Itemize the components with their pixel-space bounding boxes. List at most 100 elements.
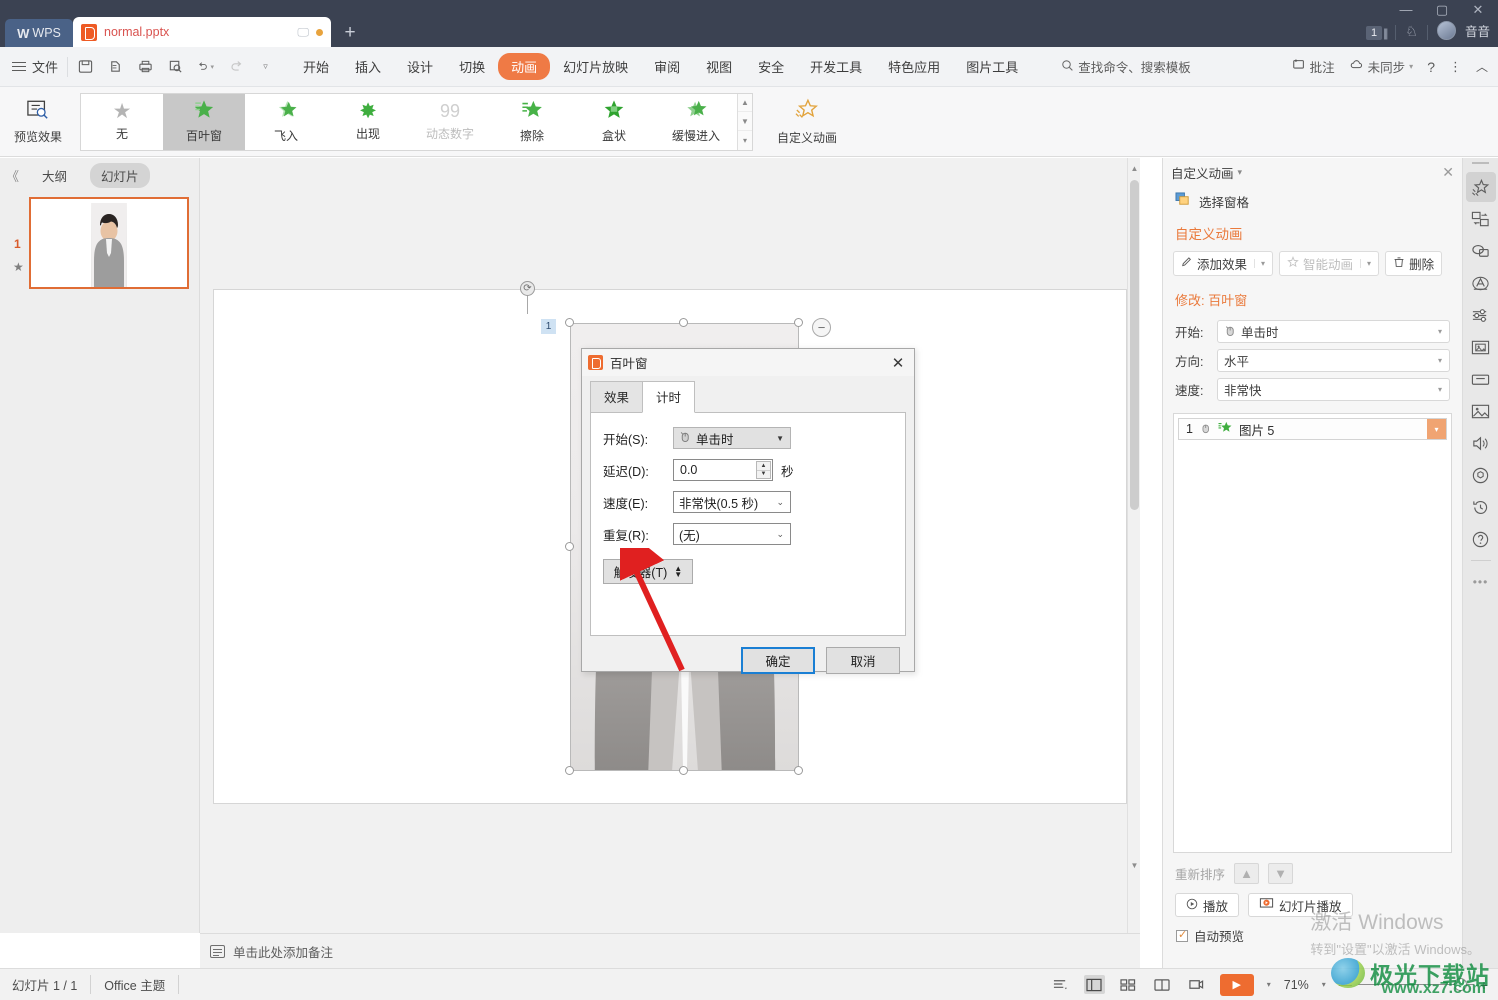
comment-button[interactable]: 批注	[1292, 57, 1335, 76]
chevron-down-icon[interactable]: ▾	[1254, 259, 1265, 268]
badge-icon[interactable]	[1466, 460, 1496, 490]
gallery-expand-button[interactable]: ▾	[738, 131, 752, 150]
zoom-level-label[interactable]: 71%	[1284, 978, 1309, 992]
resize-handle-top-right[interactable]	[794, 318, 803, 327]
rotate-handle[interactable]: ⟳	[520, 281, 535, 296]
list-item-dropdown-button[interactable]: ▾	[1427, 419, 1446, 439]
tab-slides[interactable]: 幻灯片	[90, 163, 150, 188]
print-icon[interactable]	[137, 58, 154, 75]
dialog-repeat-select[interactable]: (无) ⌄	[673, 523, 791, 545]
anim-item-box[interactable]: 盒状	[573, 94, 655, 150]
gallery-scrollbar[interactable]: ▲ ▼ ▾	[737, 93, 752, 150]
adjust-sliders-icon[interactable]	[1466, 300, 1496, 330]
preview-effect-button[interactable]: 预览效果	[2, 91, 74, 153]
tab-shenyue[interactable]: 审阅	[641, 53, 693, 80]
undo-icon[interactable]: ▾	[197, 58, 214, 75]
help-circle-icon[interactable]	[1466, 524, 1496, 554]
cancel-button[interactable]: 取消	[826, 647, 900, 674]
reading-view-icon[interactable]	[1152, 975, 1173, 994]
anim-item-appear[interactable]: ✸ 出现	[327, 94, 409, 150]
canvas-vertical-scrollbar[interactable]: ▲ ▼	[1127, 158, 1140, 933]
box-icon[interactable]	[1466, 364, 1496, 394]
picture-icon[interactable]	[1466, 396, 1496, 426]
tab-timing[interactable]: 计时	[642, 381, 696, 413]
play-button[interactable]: 播放	[1175, 893, 1240, 917]
delay-spinner[interactable]: ▲ ▼	[756, 461, 771, 479]
gallery-scroll-up-button[interactable]: ▲	[738, 94, 752, 113]
custom-animation-button[interactable]: 自定义动画	[765, 91, 849, 153]
tab-tesuyingyong[interactable]: 特色应用	[875, 53, 953, 80]
image-gallery-icon[interactable]	[1466, 332, 1496, 362]
start-slideshow-button[interactable]: ▶	[1219, 973, 1254, 996]
search-commands-box[interactable]: 查找命令、搜索模板	[1061, 57, 1191, 76]
speech-bubble-icon[interactable]	[1466, 236, 1496, 266]
panel-direction-select[interactable]: 水平 ▾	[1217, 349, 1450, 372]
save-icon[interactable]	[77, 58, 94, 75]
resize-handle-top-left[interactable]	[565, 318, 574, 327]
shape-swap-icon[interactable]	[1466, 204, 1496, 234]
collapse-ribbon-icon[interactable]: ︿	[1476, 58, 1488, 75]
more-dots-icon[interactable]: •••	[1466, 567, 1496, 597]
dialog-speed-select[interactable]: 非常快(0.5 秒) ⌄	[673, 491, 791, 513]
document-tab[interactable]: normal.pptx 🖵	[73, 17, 331, 47]
help-icon[interactable]: ?	[1427, 59, 1435, 75]
slide-animation-indicator-icon[interactable]: ★	[13, 260, 24, 274]
close-panel-button[interactable]: ✕	[1442, 164, 1454, 181]
print-preview-icon[interactable]	[107, 58, 124, 75]
slide-thumbnail-1[interactable]	[29, 197, 189, 289]
collapse-panel-icon[interactable]: 《	[6, 166, 19, 185]
tab-kaishi[interactable]: 开始	[290, 53, 342, 80]
anim-item-flyin[interactable]: 飞入	[245, 94, 327, 150]
theme-label[interactable]: Office 主题	[91, 975, 180, 994]
gallery-scroll-down-button[interactable]: ▼	[738, 112, 752, 131]
resize-handle-bottom-left[interactable]	[565, 766, 574, 775]
chevron-down-icon[interactable]: ▾	[1267, 980, 1271, 989]
auto-preview-checkbox[interactable]	[1176, 928, 1188, 942]
anim-item-none[interactable]: ★ 无	[81, 94, 163, 150]
canvas-scroll-thumb[interactable]	[1130, 180, 1139, 510]
list-item[interactable]: 1 图片 5 ▾	[1178, 418, 1447, 440]
resize-handle-middle-left[interactable]	[565, 542, 574, 551]
avatar[interactable]	[1436, 21, 1456, 40]
tab-shitu[interactable]: 视图	[693, 53, 745, 80]
spinner-down-button[interactable]: ▼	[757, 471, 770, 479]
selection-pane-button[interactable]: 选择窗格	[1163, 186, 1462, 217]
anim-item-blinds[interactable]: 百叶窗	[163, 93, 245, 150]
collapse-animation-button[interactable]: −	[812, 318, 831, 337]
screen-share-icon[interactable]: 🖵	[297, 25, 309, 40]
canvas-scroll-up-button[interactable]: ▲	[1128, 162, 1141, 176]
tab-count-indicator[interactable]: 1 |||	[1365, 26, 1389, 40]
wps-home-tab[interactable]: W WPS	[5, 19, 73, 47]
dialog-close-button[interactable]: ✕	[888, 354, 908, 372]
outline-view-icon[interactable]	[1050, 975, 1071, 994]
panel-speed-select[interactable]: 非常快 ▾	[1217, 378, 1450, 401]
animation-pane-icon[interactable]	[1465, 172, 1496, 202]
dialog-delay-input[interactable]: 0.0 ▲ ▼	[673, 459, 773, 481]
tab-effect[interactable]: 效果	[590, 381, 644, 412]
skin-theme-icon[interactable]: ♘	[1405, 23, 1418, 40]
tab-huandengpianfangying[interactable]: 幻灯片放映	[550, 53, 641, 80]
animation-order-badge[interactable]: 1	[541, 319, 556, 334]
delete-effect-button[interactable]: 删除	[1385, 251, 1443, 276]
ok-button[interactable]: 确定	[741, 647, 815, 674]
notes-pane[interactable]: 单击此处添加备注	[200, 933, 1140, 968]
tab-sheji[interactable]: 设计	[394, 53, 446, 80]
canvas-scroll-down-button[interactable]: ▼	[1128, 859, 1141, 873]
tab-tupiangongju[interactable]: 图片工具	[953, 53, 1031, 80]
sync-status-button[interactable]: 未同步 ▾	[1349, 57, 1413, 76]
history-icon[interactable]	[1466, 492, 1496, 522]
normal-view-icon[interactable]	[1083, 975, 1105, 994]
tab-qiehuan[interactable]: 切换	[446, 53, 498, 80]
file-menu-button[interactable]: 文件	[12, 57, 58, 76]
anim-item-wipe[interactable]: 擦除	[491, 94, 573, 150]
chevron-down-icon[interactable]: ▾	[1238, 167, 1243, 178]
spinner-up-button[interactable]: ▲	[757, 462, 770, 471]
text-effect-icon[interactable]	[1466, 268, 1496, 298]
more-quick-access-icon[interactable]: ▿	[257, 58, 274, 75]
presenter-view-icon[interactable]	[1186, 975, 1207, 994]
animation-effect-list[interactable]: 1 图片 5 ▾	[1173, 413, 1452, 853]
find-icon[interactable]	[167, 58, 184, 75]
tab-outline[interactable]: 大纲	[31, 163, 78, 188]
slide-sorter-icon[interactable]	[1118, 975, 1139, 994]
panel-start-select[interactable]: 单击时 ▾	[1217, 320, 1450, 343]
